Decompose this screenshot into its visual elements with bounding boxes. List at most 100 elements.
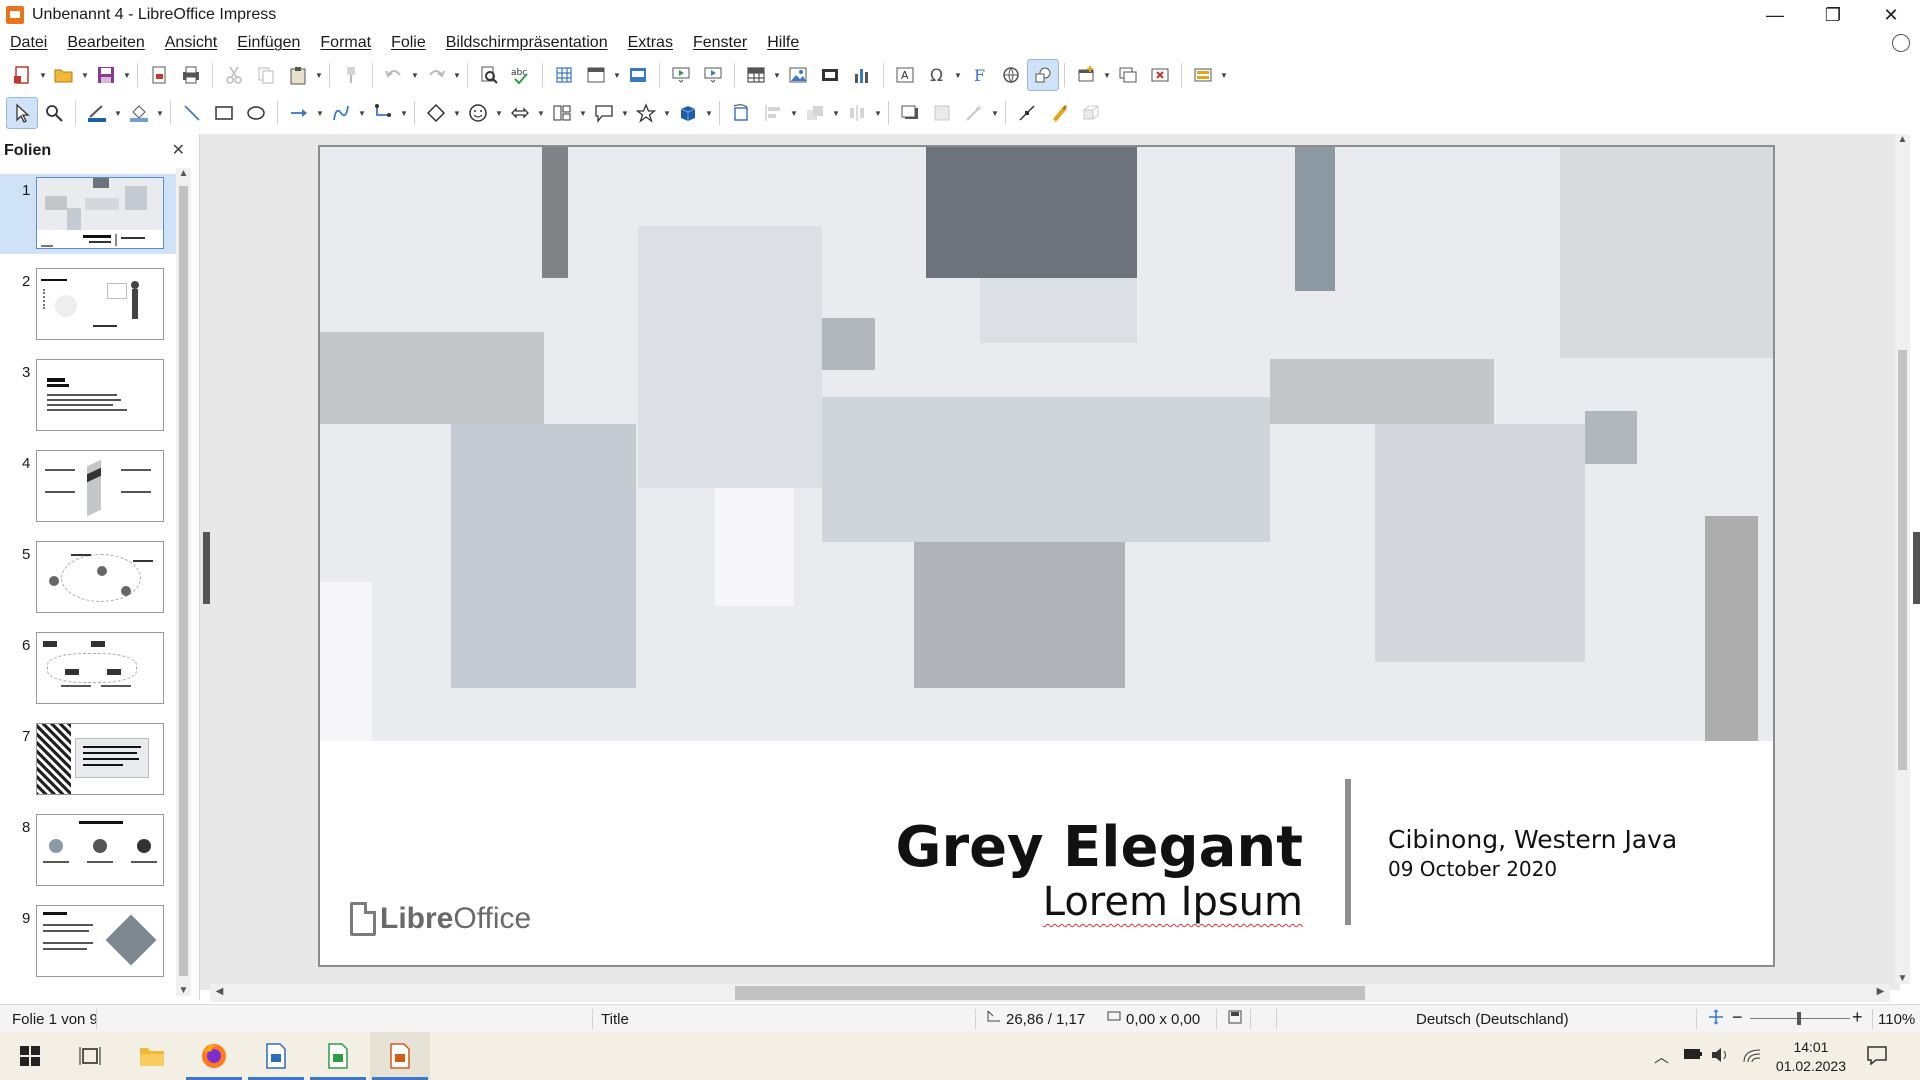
curves-button[interactable] xyxy=(325,97,357,129)
insert-textbox-button[interactable]: A xyxy=(889,59,921,91)
slide-location[interactable]: Cibinong, Western Java xyxy=(1388,825,1677,854)
close-button[interactable]: ✕ xyxy=(1862,0,1920,30)
scroll-down-icon[interactable]: ▼ xyxy=(176,985,191,996)
crop-button[interactable] xyxy=(926,97,958,129)
horizontal-scroll-thumb[interactable] xyxy=(735,986,1365,1000)
slide-date[interactable]: 09 October 2020 xyxy=(1388,857,1557,881)
special-character-dropdown[interactable]: ▼ xyxy=(953,59,963,91)
menu-folie[interactable]: Folie xyxy=(381,34,436,52)
insert-table-dropdown[interactable]: ▼ xyxy=(772,59,782,91)
start-from-first-button[interactable] xyxy=(665,59,697,91)
maximize-button[interactable]: ❐ xyxy=(1804,0,1862,30)
scroll-up-icon[interactable]: ▲ xyxy=(176,168,191,179)
start-from-current-button[interactable] xyxy=(697,59,729,91)
callouts-button[interactable] xyxy=(588,97,620,129)
points-button[interactable] xyxy=(1011,97,1043,129)
deck-collapse-handle[interactable] xyxy=(1913,532,1920,604)
align-dropdown[interactable]: ▼ xyxy=(789,97,799,129)
insert-rectangle-button[interactable] xyxy=(208,97,240,129)
paste-button[interactable] xyxy=(282,59,314,91)
paste-dropdown[interactable]: ▼ xyxy=(314,59,324,91)
menu-format[interactable]: Format xyxy=(310,34,381,52)
save-dropdown[interactable]: ▼ xyxy=(122,59,132,91)
edit-area-vertical-scrollbar[interactable]: ▲ ▼ xyxy=(1895,134,1910,984)
slides-pane-scroll-thumb[interactable] xyxy=(179,186,188,976)
symbol-shapes-button[interactable] xyxy=(462,97,494,129)
zoom-level[interactable]: 110% xyxy=(1878,1011,1915,1028)
block-arrows-button[interactable] xyxy=(504,97,536,129)
distribute-button[interactable] xyxy=(841,97,873,129)
curves-dropdown[interactable]: ▼ xyxy=(357,97,367,129)
start-button[interactable] xyxy=(0,1032,60,1080)
delete-slide-button[interactable] xyxy=(1144,59,1176,91)
insert-image-button[interactable] xyxy=(782,59,814,91)
calc-button[interactable] xyxy=(308,1032,368,1080)
flowchart-dropdown[interactable]: ▼ xyxy=(578,97,588,129)
zoom-in-icon[interactable]: + xyxy=(1852,1007,1863,1028)
slide-thumbnail-4[interactable]: 4 xyxy=(0,447,180,527)
export-pdf-button[interactable] xyxy=(143,59,175,91)
duplicate-slide-button[interactable] xyxy=(1112,59,1144,91)
display-views-button[interactable] xyxy=(580,59,612,91)
menu-bearbeiten[interactable]: Bearbeiten xyxy=(57,34,154,52)
display-views-dropdown[interactable]: ▼ xyxy=(612,59,622,91)
open-dropdown[interactable]: ▼ xyxy=(80,59,90,91)
language-status[interactable]: Deutsch (Deutschland) xyxy=(1416,1011,1569,1028)
lines-arrows-dropdown[interactable]: ▼ xyxy=(315,97,325,129)
slide-canvas[interactable]: Grey Elegant Lorem Ipsum Cibinong, Weste… xyxy=(318,145,1775,967)
basic-shapes-dropdown[interactable]: ▼ xyxy=(452,97,462,129)
find-replace-button[interactable] xyxy=(473,59,505,91)
fit-slide-icon[interactable] xyxy=(1708,1009,1724,1025)
shadow-button[interactable] xyxy=(894,97,926,129)
notification-center-icon[interactable] xyxy=(1866,1044,1888,1066)
spelling-button[interactable]: abc xyxy=(505,59,537,91)
slide-layout-dropdown[interactable]: ▼ xyxy=(1219,59,1229,91)
lines-arrows-button[interactable] xyxy=(283,97,315,129)
zoom-pan-button[interactable] xyxy=(38,97,70,129)
slides-pane-close-button[interactable]: ✕ xyxy=(172,140,185,160)
show-draw-functions-button[interactable] xyxy=(1027,59,1059,91)
impress-button[interactable] xyxy=(370,1032,430,1080)
slide-thumbnail-2[interactable]: 2 xyxy=(0,265,180,345)
filter-dropdown[interactable]: ▼ xyxy=(990,97,1000,129)
toggle-extrusion-button[interactable] xyxy=(1075,97,1107,129)
undo-button[interactable] xyxy=(378,59,410,91)
writer-button[interactable] xyxy=(246,1032,306,1080)
new-slide-dropdown[interactable]: ▼ xyxy=(1102,59,1112,91)
insert-special-character-button[interactable]: Ω xyxy=(921,59,953,91)
slide-subtitle[interactable]: Lorem Ipsum xyxy=(1043,879,1303,925)
slide-thumbnail-1[interactable]: 1 xyxy=(0,174,180,254)
zoom-slider-handle[interactable] xyxy=(1797,1012,1801,1025)
sidebar-collapse-handle[interactable] xyxy=(203,532,210,604)
menu-datei[interactable]: Datei xyxy=(0,34,57,52)
new-slide-button[interactable] xyxy=(1070,59,1102,91)
scroll-right-icon[interactable]: ▶ xyxy=(1873,986,1888,997)
battery-icon[interactable] xyxy=(1682,1046,1704,1062)
menu-bildschirmpraesentation[interactable]: Bildschirmpräsentation xyxy=(436,34,618,52)
stars-button[interactable] xyxy=(630,97,662,129)
insert-chart-button[interactable] xyxy=(846,59,878,91)
menu-ansicht[interactable]: Ansicht xyxy=(155,34,227,52)
redo-dropdown[interactable]: ▼ xyxy=(452,59,462,91)
zoom-out-icon[interactable]: − xyxy=(1732,1007,1743,1028)
scroll-down-icon[interactable]: ▼ xyxy=(1895,973,1910,984)
globe-icon[interactable] xyxy=(1892,34,1910,52)
task-view-button[interactable] xyxy=(60,1032,120,1080)
symbol-shapes-dropdown[interactable]: ▼ xyxy=(494,97,504,129)
filter-button[interactable] xyxy=(958,97,990,129)
connectors-dropdown[interactable]: ▼ xyxy=(399,97,409,129)
line-color-dropdown[interactable]: ▼ xyxy=(113,97,123,129)
fontwork-button[interactable]: F xyxy=(963,59,995,91)
line-color-button[interactable] xyxy=(81,97,113,129)
menu-hilfe[interactable]: Hilfe xyxy=(757,34,809,52)
insert-line-button[interactable] xyxy=(176,97,208,129)
slide-thumbnail-5[interactable]: 5 xyxy=(0,538,180,618)
insert-table-button[interactable] xyxy=(740,59,772,91)
save-button[interactable] xyxy=(90,59,122,91)
align-objects-button[interactable] xyxy=(757,97,789,129)
3d-objects-dropdown[interactable]: ▼ xyxy=(704,97,714,129)
stars-dropdown[interactable]: ▼ xyxy=(662,97,672,129)
glue-points-button[interactable] xyxy=(1043,97,1075,129)
callouts-dropdown[interactable]: ▼ xyxy=(620,97,630,129)
slide-thumbnail-7[interactable]: 7 xyxy=(0,720,180,800)
